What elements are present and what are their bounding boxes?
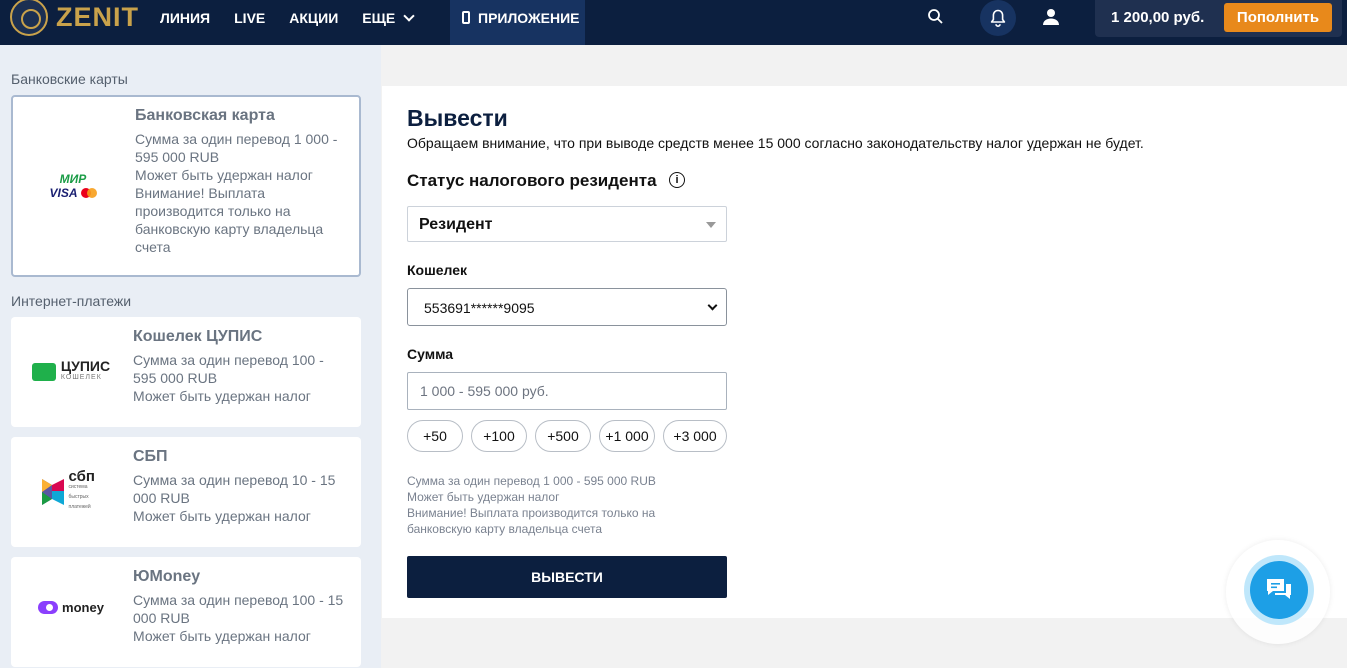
nav-item-line[interactable]: ЛИНИЯ: [160, 10, 210, 26]
chat-button[interactable]: [1250, 561, 1308, 619]
method-title: СБП: [133, 448, 168, 465]
amount-label: Сумма: [407, 346, 454, 362]
page-title: Вывести: [407, 105, 508, 131]
method-description: Сумма за один перевод 1 000 - 595 000 RU…: [135, 131, 338, 255]
phone-icon: [462, 11, 470, 24]
nav-item-promos[interactable]: АКЦИИ: [289, 10, 338, 26]
main-nav: ЛИНИЯ LIVE АКЦИИ ЕЩЕ: [160, 0, 437, 35]
top-header: ZENIT ЛИНИЯ LIVE АКЦИИ ЕЩЕ ПРИЛОЖЕНИЕ 1 …: [0, 0, 1347, 45]
withdraw-submit-button[interactable]: ВЫВЕСТИ: [407, 556, 727, 598]
logo[interactable]: ZENIT: [10, 0, 139, 40]
wallet-icon: [31, 363, 56, 381]
user-icon[interactable]: [1042, 8, 1060, 26]
logo-text: ZENIT: [56, 1, 139, 32]
quick-amount-100[interactable]: +100: [471, 420, 527, 452]
topup-button[interactable]: Пополнить: [1224, 3, 1332, 32]
mir-visa-mastercard-logo: МИР VISA: [13, 97, 133, 275]
yoomoney-logo: money: [11, 557, 131, 657]
bell-icon: [990, 9, 1006, 27]
withdraw-panel: [382, 86, 1347, 618]
wallet-select[interactable]: 553691******9095: [407, 288, 727, 326]
sbp-logo: сбп система быстрых платежей: [11, 437, 131, 547]
sbp-logo-text: сбп: [68, 468, 95, 485]
quick-amount-500[interactable]: +500: [535, 420, 591, 452]
chat-bubbles-icon: [1267, 579, 1291, 599]
quick-amount-1000[interactable]: +1 000: [599, 420, 655, 452]
mastercard-icon: [80, 188, 97, 198]
method-card-yoomoney[interactable]: money ЮMoney Сумма за один перевод 100 -…: [11, 557, 361, 667]
method-card-cupis[interactable]: ЦУПИС КОШЕЛЕК Кошелек ЦУПИС Сумма за оди…: [11, 317, 361, 427]
method-title: Кошелек ЦУПИС: [133, 328, 263, 345]
amount-input[interactable]: [407, 372, 727, 410]
tax-status-heading: Статус налогового резидента: [407, 171, 657, 190]
app-tab-label: ПРИЛОЖЕНИЕ: [478, 10, 580, 26]
tax-status-select[interactable]: Резидент: [407, 206, 727, 242]
tax-status-value: Резидент: [419, 216, 493, 233]
cupis-logo-text: ЦУПИС: [60, 358, 111, 374]
club-emblem-icon: [10, 0, 48, 36]
nav-item-more[interactable]: ЕЩЕ: [362, 9, 415, 26]
nav-item-live[interactable]: LIVE: [234, 10, 265, 26]
visa-logo-text: VISA: [49, 186, 78, 200]
chevron-down-icon: [403, 9, 415, 22]
yoomoney-logo-text: money: [62, 599, 104, 615]
method-card-sbp[interactable]: сбп система быстрых платежей СБП Сумма з…: [11, 437, 361, 547]
withdraw-hint: Сумма за один перевод 1 000 - 595 000 RU…: [407, 474, 656, 536]
wallet-label: Кошелек: [407, 262, 468, 278]
method-title: ЮMoney: [133, 568, 201, 585]
method-card-bank[interactable]: МИР VISA Банковская карта Сумма за один …: [11, 95, 361, 277]
tax-notice: Обращаем внимание, что при выводе средст…: [407, 135, 1144, 151]
section-title-bank-cards: Банковские карты: [11, 71, 128, 87]
section-title-internet-payments: Интернет-платежи: [11, 293, 132, 309]
search-icon[interactable]: [928, 9, 943, 24]
caret-down-icon: [706, 222, 716, 228]
nav-item-more-label: ЕЩЕ: [362, 9, 396, 26]
mir-logo-text: МИР: [59, 172, 87, 186]
method-title: Банковская карта: [135, 107, 275, 124]
method-description: Сумма за один перевод 100 - 15 000 RUB М…: [133, 592, 344, 644]
wallet-value: 553691******9095: [424, 300, 535, 316]
sbp-icon: [41, 479, 64, 505]
method-description: Сумма за один перевод 10 - 15 000 RUB Мо…: [133, 472, 336, 524]
info-icon[interactable]: i: [669, 172, 685, 188]
notifications-button[interactable]: [980, 0, 1016, 36]
yoomoney-icon: [38, 600, 59, 614]
quick-amount-3000[interactable]: +3 000: [663, 420, 727, 452]
cupis-logo: ЦУПИС КОШЕЛЕК: [11, 317, 131, 427]
balance-panel: 1 200,00 руб. Пополнить: [1095, 0, 1342, 37]
sbp-logo-sub: система быстрых платежей: [68, 484, 91, 510]
balance-amount: 1 200,00 руб.: [1111, 9, 1205, 26]
app-tab[interactable]: ПРИЛОЖЕНИЕ: [450, 0, 585, 45]
quick-amount-50[interactable]: +50: [407, 420, 463, 452]
method-description: Сумма за один перевод 100 - 595 000 RUB …: [133, 352, 324, 404]
chevron-down-icon: [707, 300, 718, 311]
